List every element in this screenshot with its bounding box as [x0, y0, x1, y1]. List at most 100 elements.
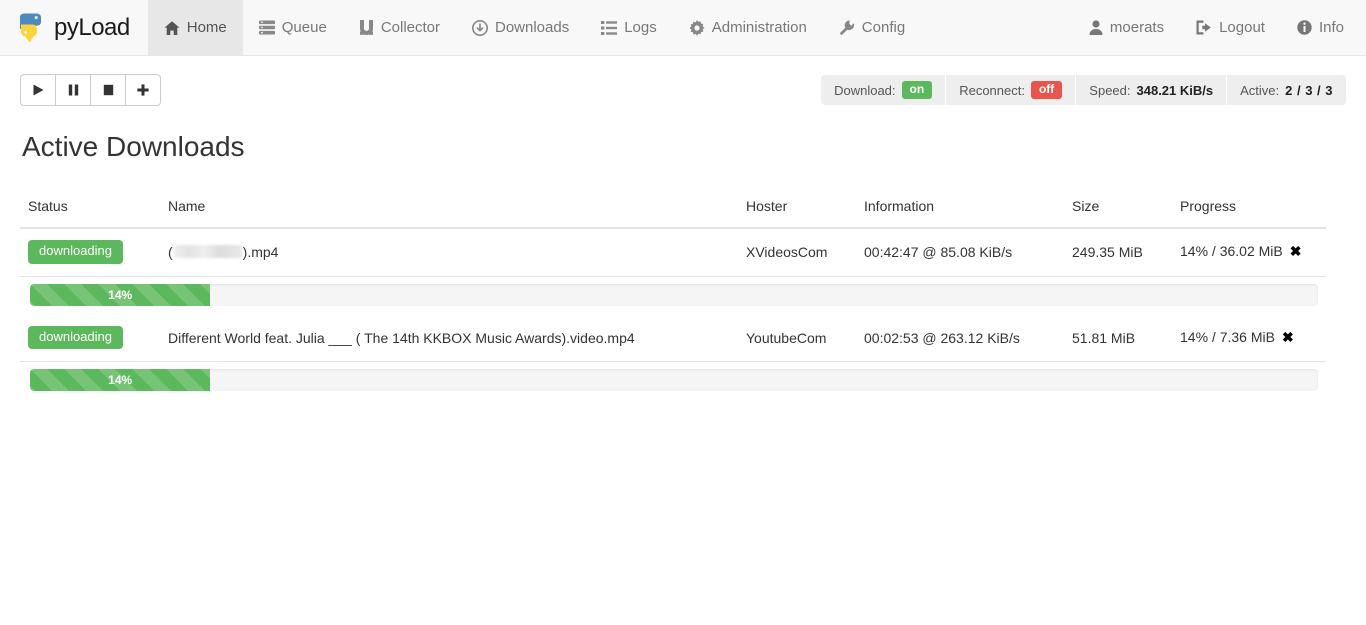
file-name-prefix: ( — [168, 243, 173, 260]
table-row[interactable]: downloading ( ).mp4 XVideosCom 00:42:47 @… — [20, 227, 1326, 277]
list-icon — [601, 20, 618, 35]
plus-icon — [137, 84, 149, 96]
home-icon — [164, 20, 180, 36]
play-icon — [33, 84, 44, 96]
nav-item-administration[interactable]: Administration — [673, 0, 823, 55]
speed-value: 348.21 KiB/s — [1136, 82, 1214, 98]
progress-fill: 14% — [30, 369, 211, 392]
top-navbar: pyLoad Home Queue Collector Downloads Lo… — [0, 0, 1366, 56]
nav-label-home: Home — [186, 19, 227, 36]
nav-item-collector[interactable]: Collector — [343, 0, 456, 55]
cell-status: downloading — [20, 314, 160, 363]
progress-text: 14% / 36.02 MiB — [1180, 243, 1283, 260]
file-name: Different World feat. Julia ___ ( The 14… — [168, 329, 635, 346]
progress-bar-row: 14% — [20, 276, 1326, 315]
nav-label-queue: Queue — [281, 19, 327, 36]
status-reconnect[interactable]: Reconnect: off — [946, 75, 1077, 105]
table-row[interactable]: downloading Different World feat. Julia … — [20, 314, 1326, 363]
download-control-buttons — [20, 74, 161, 106]
status-bar: Download: on Reconnect: off Speed: 348.2… — [821, 75, 1346, 105]
progress-wrap: 14% — [28, 277, 1318, 315]
start-button[interactable] — [20, 74, 56, 106]
column-header-status: Status — [20, 189, 160, 229]
status-badge: downloading — [28, 239, 124, 264]
active-value: 2 / 3 / 3 — [1285, 82, 1333, 98]
nav-item-config[interactable]: Config — [823, 0, 921, 55]
nav-label-config: Config — [861, 19, 906, 36]
user-icon — [1089, 20, 1103, 35]
logout-icon — [1196, 20, 1212, 35]
info-icon — [1297, 20, 1312, 35]
status-badge: downloading — [28, 325, 124, 350]
nav-item-logout[interactable]: Logout — [1180, 0, 1281, 55]
cell-progress: 14% / 7.36 MiB ✖ — [1172, 314, 1326, 363]
user-nav: moerats Logout Info — [1073, 0, 1360, 55]
column-header-information: Information — [856, 189, 1064, 229]
progress-text: 14% / 7.36 MiB — [1180, 329, 1275, 345]
active-downloads-table: Status Name Hoster Information Size Prog… — [20, 189, 1326, 401]
reconnect-label: Reconnect: — [959, 82, 1025, 98]
nav-label-logout: Logout — [1219, 19, 1265, 36]
close-icon[interactable]: ✖ — [1282, 329, 1294, 345]
cell-progress: 14% / 36.02 MiB ✖ — [1172, 227, 1326, 277]
progress-track: 14% — [30, 369, 1318, 392]
cell-information: 00:02:53 @ 263.12 KiB/s — [856, 314, 1064, 363]
status-download[interactable]: Download: on — [821, 75, 947, 105]
progress-fill: 14% — [30, 283, 211, 306]
nav-item-downloads[interactable]: Downloads — [456, 0, 585, 55]
brand-text: pyLoad — [54, 13, 130, 41]
pause-icon — [68, 84, 79, 96]
close-icon[interactable]: ✖ — [1290, 243, 1302, 259]
cell-name: ( ).mp4 — [160, 227, 738, 277]
column-header-name: Name — [160, 189, 738, 229]
cell-name: Different World feat. Julia ___ ( The 14… — [160, 314, 738, 363]
pause-button[interactable] — [55, 74, 91, 106]
brand-logo-link[interactable]: pyLoad — [0, 0, 148, 55]
cell-hoster: XVideosCom — [738, 227, 856, 277]
cell-size: 249.35 MiB — [1064, 227, 1172, 277]
column-header-hoster: Hoster — [738, 189, 856, 229]
queue-icon — [258, 20, 275, 35]
status-active: Active: 2 / 3 / 3 — [1227, 75, 1346, 105]
nav-label-info: Info — [1318, 19, 1344, 36]
magnet-icon — [359, 19, 374, 36]
primary-nav: Home Queue Collector Downloads Logs Admi… — [147, 0, 921, 55]
file-name-suffix: ).mp4 — [242, 243, 279, 260]
download-label: Download: — [834, 82, 896, 98]
redacted-name-block — [173, 244, 242, 258]
gear-icon — [689, 19, 705, 36]
nav-item-logs[interactable]: Logs — [585, 0, 673, 55]
nav-item-info[interactable]: Info — [1281, 0, 1360, 55]
nav-label-user: moerats — [1109, 19, 1165, 36]
nav-item-user[interactable]: moerats — [1073, 0, 1180, 55]
cell-information: 00:42:47 @ 85.08 KiB/s — [856, 227, 1064, 277]
table-header-row: Status Name Hoster Information Size Prog… — [20, 189, 1326, 229]
pyload-logo-icon — [14, 11, 48, 45]
nav-label-administration: Administration — [711, 19, 807, 36]
nav-label-logs: Logs — [624, 19, 657, 36]
download-state-badge[interactable]: on — [901, 80, 933, 100]
stop-icon — [103, 84, 114, 96]
page-title: Active Downloads — [22, 131, 245, 162]
progress-bar-row: 14% — [20, 362, 1326, 401]
nav-label-downloads: Downloads — [495, 19, 570, 36]
main-container: Download: on Reconnect: off Speed: 348.2… — [10, 56, 1356, 400]
reconnect-state-badge[interactable]: off — [1030, 80, 1063, 100]
progress-wrap: 14% — [28, 362, 1318, 400]
nav-item-home[interactable]: Home — [147, 0, 243, 55]
nav-label-collector: Collector — [380, 19, 440, 36]
add-package-button[interactable] — [125, 74, 161, 106]
cell-status: downloading — [20, 227, 160, 277]
column-header-size: Size — [1064, 189, 1172, 229]
progress-track: 14% — [30, 283, 1318, 306]
nav-item-queue[interactable]: Queue — [243, 0, 343, 55]
cell-size: 51.81 MiB — [1064, 314, 1172, 363]
stop-button[interactable] — [90, 74, 126, 106]
status-speed: Speed: 348.21 KiB/s — [1076, 75, 1228, 105]
download-circle-icon — [472, 19, 488, 36]
cell-hoster: YoutubeCom — [738, 314, 856, 363]
wrench-icon — [839, 19, 855, 36]
column-header-progress: Progress — [1172, 189, 1326, 229]
speed-label: Speed: — [1089, 82, 1131, 98]
active-label: Active: — [1240, 82, 1280, 98]
